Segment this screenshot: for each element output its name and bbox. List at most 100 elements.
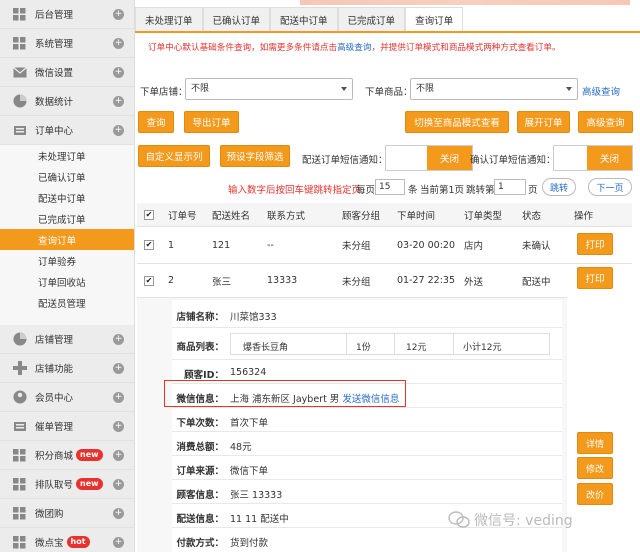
sidebar-group[interactable]: 微点宝 hot + — [0, 528, 134, 552]
order-type: 店内 — [464, 241, 484, 252]
sidebar-group-label: 催单管理 — [35, 422, 74, 433]
plus-circle-icon[interactable]: + — [113, 96, 124, 107]
table-row[interactable]: ✔ 1 121 -- 未分组 03-20 00:20 店内 未确认 — [137, 227, 632, 264]
sidebar-group[interactable]: 催单管理 + — [0, 412, 134, 441]
advanced-query-button[interactable]: 高级查询 — [578, 111, 633, 133]
sidebar-item[interactable]: 订单回收站 — [0, 271, 134, 292]
sidebar-group[interactable]: 店铺功能 + — [0, 354, 134, 383]
sidebar-group[interactable]: 店铺管理 + — [0, 325, 134, 354]
tab-query[interactable]: 查询订单 — [405, 7, 464, 31]
notice-text: 订单中心默认基础条件查询，如需更多条件请点击高级查询，并提供订单模式和商品模式两… — [148, 43, 561, 53]
sidebar-group-label: 积分商城 — [35, 451, 74, 462]
print-button[interactable]: 打印 — [577, 267, 613, 289]
query-button[interactable]: 查询 — [138, 111, 174, 133]
tab-bar: 未处理订单 已确认订单 配送中订单 已完成订单 查询订单 — [135, 7, 640, 33]
select-all-checkbox[interactable]: ✔ — [144, 209, 154, 220]
sidebar-group[interactable]: 数据统计 + — [0, 87, 134, 116]
order-time: 01-27 22:35 — [397, 275, 456, 286]
sidebar-item[interactable]: 配送中订单 — [0, 187, 134, 208]
product-filter-label: 下单商品： — [365, 87, 413, 98]
detail-label: 顾客信息： — [176, 490, 224, 501]
sidebar-group[interactable]: 系统管理 + — [0, 29, 134, 58]
cart-icon — [12, 123, 27, 138]
sidebar-item[interactable]: 配送员管理 — [0, 292, 134, 313]
plus-circle-icon[interactable]: + — [113, 9, 124, 20]
delivery-sms-toggle[interactable]: 关闭 — [385, 145, 473, 171]
tab-unprocessed[interactable]: 未处理订单 — [135, 7, 203, 31]
plus-circle-icon[interactable]: + — [113, 334, 124, 345]
row-checkbox[interactable]: ✔ — [144, 240, 154, 250]
grid-icon — [12, 448, 27, 463]
pager-hint: 输入数字后按回车键跳转指定页 — [228, 185, 362, 196]
product-select[interactable]: 不限 — [410, 78, 578, 100]
per-page-input[interactable]: 15 — [375, 179, 405, 195]
tab-delivering[interactable]: 配送中订单 — [270, 7, 338, 31]
sidebar-item[interactable]: 已完成订单 — [0, 208, 134, 229]
edit-button[interactable]: 修改 — [577, 457, 613, 479]
sidebar-group-label: 排队取号 — [35, 480, 74, 491]
grid-icon — [12, 506, 27, 521]
sidebar-item[interactable]: 订单验券 — [0, 250, 134, 271]
sidebar-group-label: 系统管理 — [35, 39, 74, 50]
print-button[interactable]: 打印 — [577, 233, 613, 255]
tab-completed[interactable]: 已完成订单 — [337, 7, 406, 31]
plus-circle-icon[interactable]: + — [113, 450, 124, 461]
jump-page-input[interactable]: 1 — [494, 179, 526, 195]
grid-icon — [12, 7, 27, 22]
order-status: 配送中 — [522, 276, 551, 288]
plus-circle-icon[interactable]: + — [113, 392, 124, 403]
next-page-button[interactable]: 下一页 — [588, 178, 632, 196]
plus-circle-icon[interactable]: + — [113, 479, 124, 490]
order-time: 03-20 00:20 — [397, 239, 456, 251]
plus-circle-icon[interactable]: + — [113, 421, 124, 432]
delivery-name: 121 — [212, 239, 231, 251]
custom-columns-button[interactable]: 自定义显示列 — [138, 145, 210, 167]
notice-advanced-link[interactable]: 高级查询 — [337, 43, 371, 53]
sidebar-group[interactable]: 积分商城 new + — [0, 441, 134, 470]
sidebar-item[interactable]: 已确认订单 — [0, 166, 134, 187]
confirm-sms-toggle[interactable]: 关闭 — [553, 145, 633, 171]
table-row[interactable]: ✔ 2 张三 13333 未分组 01-27 22:35 外送 配送中 — [137, 264, 632, 297]
jump-button[interactable]: 跳转 — [542, 178, 576, 196]
advanced-query-link[interactable]: 高级查询 — [582, 84, 620, 98]
sidebar-group[interactable]: 微信设置 + — [0, 58, 134, 87]
sidebar-group-label: 订单中心 — [35, 126, 74, 137]
col-header: 订单类型 — [464, 210, 503, 222]
tab-confirmed[interactable]: 已确认订单 — [202, 7, 271, 31]
plus-circle-icon[interactable]: + — [113, 363, 124, 374]
sidebar-group[interactable]: 排队取号 new + — [0, 470, 134, 499]
plus-circle-icon[interactable]: + — [113, 537, 124, 548]
details-button[interactable]: 详情 — [577, 432, 613, 454]
plus-circle-icon[interactable]: + — [113, 67, 124, 78]
switch-mode-button[interactable]: 切换至商品模式查看 — [405, 111, 509, 133]
col-header: 下单时间 — [397, 210, 436, 222]
change-price-button[interactable]: 改价 — [577, 483, 613, 505]
export-button[interactable]: 导出订单 — [184, 111, 239, 133]
plus-circle-icon[interactable]: + — [113, 38, 124, 49]
sidebar-group[interactable]: 订单中心 + — [0, 116, 134, 145]
sidebar-group[interactable]: 微团购 + — [0, 499, 134, 528]
sidebar-group-label: 店铺功能 — [35, 364, 74, 375]
preset-filter-button[interactable]: 预设字段筛选 — [220, 145, 290, 167]
order-id: 1 — [168, 239, 175, 251]
chevron-down-icon — [566, 87, 572, 91]
detail-value: 微信下单 — [230, 466, 269, 477]
item-qty: 1份 — [356, 343, 371, 353]
order-type: 外送 — [464, 276, 484, 288]
sidebar-item[interactable]: 未处理订单 — [0, 145, 134, 166]
detail-label: 店铺名称： — [176, 312, 224, 323]
delivery-name: 张三 — [212, 276, 232, 288]
sidebar-item[interactable]: 查询订单 — [0, 229, 134, 250]
sidebar-group[interactable]: 后台管理 + — [0, 0, 134, 29]
row-checkbox[interactable]: ✔ — [144, 275, 154, 286]
per-page-label: 每页 — [356, 185, 376, 196]
detail-value: 首次下单 — [230, 418, 269, 429]
detail-value: 11 11 配送中 — [230, 514, 289, 525]
sidebar-group[interactable]: 会员中心 + — [0, 383, 134, 412]
sidebar-group-label: 店铺管理 — [35, 335, 74, 346]
badge: new — [76, 449, 103, 461]
expand-orders-button[interactable]: 展开订单 — [517, 111, 570, 133]
plus-circle-icon[interactable]: + — [113, 125, 124, 136]
plus-circle-icon[interactable]: + — [113, 508, 124, 519]
shop-select[interactable]: 不限 — [185, 78, 353, 100]
